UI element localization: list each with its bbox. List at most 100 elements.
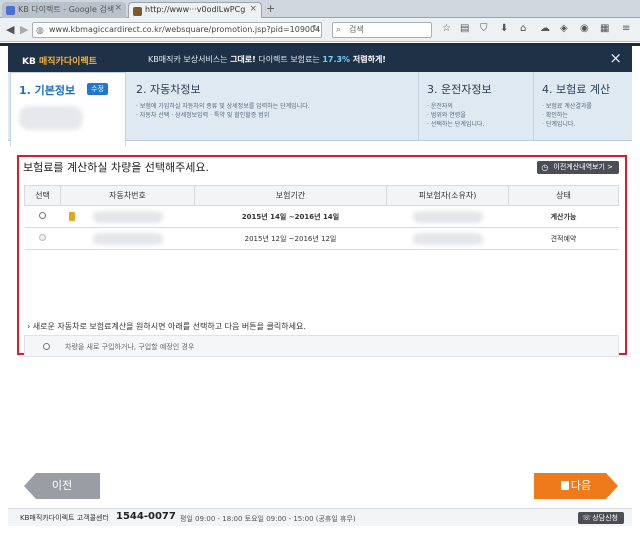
promo-message: KB매직카 보상서비스는 그대로! 다이렉트 보험료는 17.3% 저렴하게! (148, 54, 386, 65)
extension-icon[interactable]: ▦ (600, 23, 609, 34)
tab-label: KB 다이렉트 - Google 검색 (18, 5, 115, 14)
step-desc-line: · 보험에 가입하실 자동차의 종류 및 상세정보를 입력하는 단계입니다. (136, 103, 310, 110)
back-arrow-icon[interactable]: ◀ (6, 23, 14, 36)
forward-arrow-icon[interactable]: ▶ (20, 23, 28, 36)
browser-tab-active[interactable]: http://www···v0odlLwPCg × (128, 2, 262, 18)
bookmarks-list-icon[interactable]: ▤ (460, 23, 469, 34)
new-car-label: 차량을 새로 구입하거나, 구입할 예정인 경우 (65, 343, 195, 351)
sync-icon[interactable]: ◉ (580, 23, 589, 34)
active-step-pointer (56, 140, 72, 148)
consult-label: 상담신청 (592, 514, 618, 522)
callcenter-phone: 1544-0077 (116, 511, 176, 522)
vehicle-selection-panel: 보험료를 계산하실 차량을 선택해주세요. ◷ 이전계산내역보기 > 선택 자동… (17, 155, 627, 357)
logo-brand: 매직카다이렉트 (38, 57, 97, 67)
col-period: 보험기간 (194, 185, 387, 206)
promo-text-mid: 다이렉트 보험료는 (255, 55, 323, 64)
col-status: 상태 (508, 185, 619, 206)
step-title: 3. 운전자정보 (427, 83, 492, 96)
new-car-note: › 새로운 자동차로 보험료계산을 원하시면 아래를 선택하고 다음 버튼을 클… (27, 322, 306, 331)
browser-navbar: ◀ ▶ ◍ www.kbmagiccardirect.co.kr/websqua… (0, 18, 640, 42)
step-description: · 운전자의 · 범위와 연령을 · 선택하는 단계입니다. (427, 102, 484, 129)
row-radio[interactable] (39, 212, 46, 219)
callcenter-hours: 평일 09:00 - 18:00 토요일 09:00 - 15:00 (공휴일 … (180, 515, 356, 523)
search-placeholder: 검색 (349, 25, 364, 34)
clock-icon: ◷ (541, 163, 549, 172)
next-label: 다음 (570, 479, 592, 492)
close-icon[interactable]: × (609, 49, 622, 67)
prev-button[interactable]: 이전 (24, 473, 100, 499)
step-driver-info: 3. 운전자정보 · 운전자의 · 범위와 연령을 · 선택하는 단계입니다. (418, 72, 528, 141)
status-quote-reserved: 견적예약 (508, 227, 619, 250)
step-desc-line: · 범위와 연령을 (427, 112, 466, 119)
table-row: 2015년 12일 ~2016년 12일 견적예약 (24, 227, 619, 250)
promo-text-end: 저렴하게! (350, 55, 386, 64)
browser-tab-google[interactable]: KB 다이렉트 - Google 검색 × (2, 2, 126, 18)
promo-text-strong: 그대로! (230, 55, 256, 64)
blurred-user-info (19, 106, 83, 130)
blurred-plate (92, 232, 163, 245)
next-button[interactable]: 다음 (534, 473, 618, 499)
step-desc-line: · 보험료 계산결과를 (542, 103, 592, 110)
new-car-radio[interactable] (43, 343, 50, 350)
step-desc-line: · 선택하는 단계입니다. (427, 121, 485, 128)
new-tab-plus-icon[interactable]: + (266, 2, 275, 15)
step-title: 1. 기본정보 (19, 84, 76, 97)
step-description: · 보험에 가입하실 자동차의 종류 및 상세정보를 입력하는 단계입니다. ·… (136, 102, 310, 120)
browser-tabstrip: KB 다이렉트 - Google 검색 × http://www···v0odl… (0, 0, 640, 18)
globe-icon: ◍ (36, 26, 44, 36)
close-icon[interactable]: × (114, 3, 122, 13)
download-icon[interactable]: ⬇ (500, 23, 508, 34)
step-desc-line: · 자동차 선택 · 상세정보입력 · 특약 및 할인할증 범위 (136, 112, 270, 119)
footer: KB매직카다이렉트 고객콜센터 1544-0077 평일 09:00 - 18:… (8, 508, 632, 526)
blurred-insured-name (412, 210, 483, 223)
insurance-period: 2015년 12일 ~2016년 12일 (194, 227, 387, 250)
google-favicon-icon (6, 6, 15, 15)
callcenter-label: KB매직카다이렉트 고객콜센터 (20, 514, 109, 522)
promo-header: KB 매직카다이렉트 KB매직카 보상서비스는 그대로! 다이렉트 보험료는 1… (8, 46, 632, 72)
col-select: 선택 (24, 185, 61, 206)
kb-logo: KB 매직카다이렉트 (22, 54, 97, 67)
step-vehicle-info: 2. 자동차정보 · 보험에 가입하실 자동차의 종류 및 상세정보를 입력하는… (128, 72, 413, 141)
logo-prefix: KB (22, 57, 36, 67)
edit-badge[interactable]: 수정 (87, 83, 108, 95)
promo-text-start: KB매직카 보상서비스는 (148, 55, 231, 64)
blurred-insured-name (412, 232, 483, 245)
step-desc-line: · 단계입니다. (542, 121, 576, 128)
car-icon (68, 211, 75, 221)
step-desc-line: · 운전자의 (427, 103, 453, 110)
col-insured: 피보험자(소유자) (386, 185, 509, 206)
table-row[interactable]: 2015년 14일 ~2016년 14일 계산가능 (24, 205, 619, 228)
menu-hamburger-icon[interactable]: ≡ (622, 23, 630, 34)
reload-icon[interactable]: ↻ (312, 24, 320, 34)
step-basic-info[interactable]: 1. 기본정보 수정 (10, 72, 126, 146)
home-icon[interactable]: ⌂ (520, 23, 526, 34)
close-icon[interactable]: × (249, 4, 257, 14)
consult-button[interactable]: ☏ 상담신청 (578, 512, 624, 524)
bookmark-star-icon[interactable]: ☆ (442, 23, 451, 34)
search-icon: ⌕ (336, 25, 342, 35)
search-input[interactable]: ⌕ 검색 (332, 22, 432, 38)
insurance-period: 2015년 14일 ~2016년 14일 (194, 205, 387, 228)
shield-icon[interactable]: ⛉ (480, 23, 488, 34)
vehicle-table: 선택 자동차번호 보험기간 피보험자(소유자) 상태 2015년 14일 ~20… (24, 185, 619, 250)
url-bar[interactable]: ◍ www.kbmagiccardirect.co.kr/websquare/p… (32, 22, 322, 38)
history-button[interactable]: ◷ 이전계산내역보기 > (537, 161, 619, 174)
new-car-option[interactable]: 차량을 새로 구입하거나, 구입할 예정인 경우 (24, 335, 619, 357)
addon-icon[interactable]: ◈ (560, 23, 568, 34)
status-calc-available[interactable]: 계산가능 (508, 205, 619, 228)
row-radio-disabled (39, 234, 46, 241)
step-indicator: 1. 기본정보 수정 2. 자동차정보 · 보험에 가입하실 자동차의 종류 및… (8, 72, 632, 146)
step-title: 2. 자동차정보 (136, 83, 201, 96)
selection-title: 보험료를 계산하실 차량을 선택해주세요. (23, 161, 210, 174)
plate-number (68, 210, 173, 223)
step-premium-calc: 4. 보험료 계산 · 보험료 계산결과를 · 확인하는 · 단계입니다. (533, 72, 632, 141)
table-header-row: 선택 자동차번호 보험기간 피보험자(소유자) 상태 (24, 185, 619, 206)
promo-discount: 17.3% (322, 55, 351, 64)
chat-icon[interactable]: ☁ (540, 23, 550, 34)
page-content: KB 매직카다이렉트 KB매직카 보상서비스는 그대로! 다이렉트 보험료는 1… (0, 43, 640, 540)
step-desc-line: · 확인하는 (542, 112, 568, 119)
step-title: 4. 보험료 계산 (542, 83, 611, 96)
col-plate: 자동차번호 (60, 185, 195, 206)
prev-label: 이전 (51, 479, 73, 492)
tab-label: http://www···v0odlLwPCg (145, 5, 246, 14)
